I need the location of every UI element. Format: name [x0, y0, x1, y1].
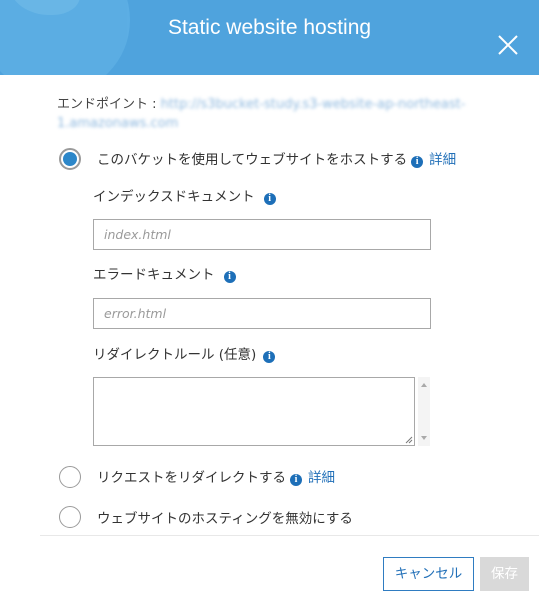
endpoint-url: http://s3bucket-study.s3-website-ap-nort…	[160, 97, 466, 112]
error-document-label: エラードキュメント	[93, 267, 215, 283]
host-website-option: このバケットを使用してウェブサイトをホストする i 詳細	[97, 148, 456, 168]
index-document-input[interactable]: index.html	[93, 219, 431, 250]
index-document-field-label: インデックスドキュメント i	[93, 185, 276, 205]
host-website-details-link[interactable]: 詳細	[429, 152, 456, 168]
redirect-requests-radio[interactable]	[59, 466, 81, 488]
info-icon[interactable]: i	[411, 156, 424, 168]
redirect-requests-details-link[interactable]: 詳細	[308, 470, 335, 486]
scroll-down-icon[interactable]	[421, 436, 427, 440]
cancel-button[interactable]: キャンセル	[383, 557, 474, 591]
disable-hosting-label: ウェブサイトのホスティングを無効にする	[97, 511, 353, 527]
dialog-title: Static website hosting	[167, 16, 372, 39]
close-icon[interactable]	[497, 34, 519, 56]
redirect-rules-field-label: リダイレクトルール (任意) i	[93, 343, 276, 363]
save-button[interactable]: 保存	[480, 557, 529, 591]
endpoint-url-continued: 1.amazonaws.com	[57, 116, 179, 131]
host-website-radio[interactable]	[59, 148, 81, 170]
host-website-label: このバケットを使用してウェブサイトをホストする	[97, 152, 408, 168]
redirect-rules-label: リダイレクトルール (任意)	[93, 347, 257, 363]
disable-hosting-radio[interactable]	[59, 506, 81, 528]
info-icon[interactable]: i	[223, 271, 236, 283]
textarea-scrollbar[interactable]	[418, 377, 430, 446]
static-website-hosting-dialog: Static website hosting エンドポイント : http://…	[0, 0, 539, 600]
dialog-header: Static website hosting	[0, 0, 539, 75]
footer-divider	[40, 535, 539, 536]
redirect-requests-option: リクエストをリダイレクトする i 詳細	[97, 466, 335, 486]
resize-grip-icon[interactable]	[405, 436, 413, 444]
error-document-field-label: エラードキュメント i	[93, 263, 236, 283]
info-icon[interactable]: i	[290, 474, 302, 486]
info-icon[interactable]: i	[263, 351, 276, 363]
error-document-input[interactable]: error.html	[93, 298, 431, 329]
index-document-label: インデックスドキュメント	[93, 189, 255, 205]
scroll-up-icon[interactable]	[421, 383, 427, 387]
endpoint: エンドポイント : http://s3bucket-study.s3-websi…	[57, 95, 487, 133]
endpoint-label: エンドポイント :	[57, 97, 157, 112]
info-icon[interactable]: i	[263, 193, 276, 205]
redirect-requests-label: リクエストをリダイレクトする	[97, 470, 286, 486]
redirect-rules-textarea[interactable]	[93, 377, 415, 446]
